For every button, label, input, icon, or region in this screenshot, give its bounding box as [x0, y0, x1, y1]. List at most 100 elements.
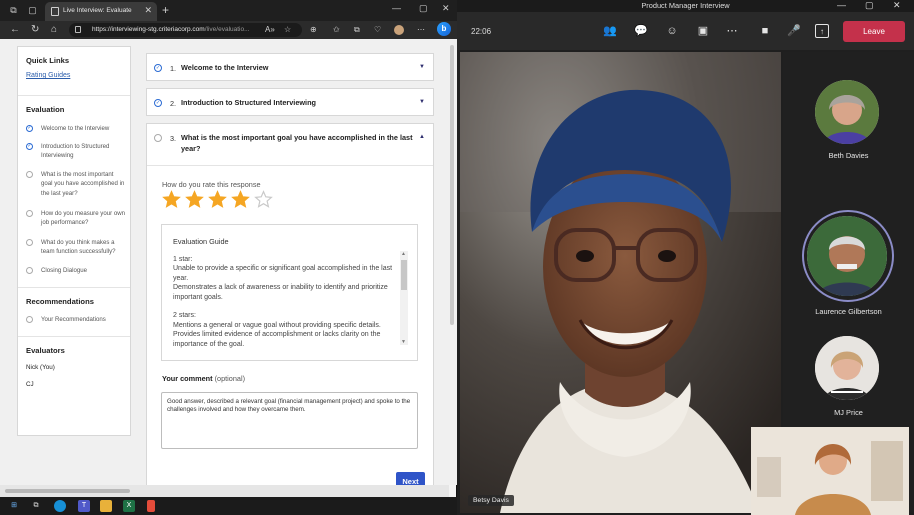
- pending-circle-icon: [26, 267, 33, 274]
- copilot-icon[interactable]: b: [437, 22, 451, 36]
- settings-more-icon[interactable]: ⋯: [417, 25, 425, 34]
- star-filled-icon[interactable]: [231, 190, 250, 209]
- rating-label: How do you rate this response: [162, 180, 261, 189]
- browser-tab[interactable]: Live Interview: Evaluate ✕: [45, 2, 157, 21]
- chat-icon[interactable]: 💬: [634, 24, 648, 38]
- browser-essentials-icon[interactable]: ♡: [374, 25, 381, 34]
- completed-check-icon: ✓: [154, 64, 162, 72]
- close-window-icon[interactable]: ✕: [442, 3, 450, 14]
- guide-scrollbar[interactable]: ▲ ▼: [400, 251, 408, 345]
- comment-label-text: Your comment: [162, 374, 213, 383]
- home-icon[interactable]: ⌂: [51, 24, 57, 35]
- tab-actions-icon[interactable]: ▢: [27, 5, 38, 16]
- browser-window: ⧉ ▢ Live Interview: Evaluate ✕ + — ▢ ✕ ←…: [0, 0, 457, 497]
- sidebar-item-label: How do you measure your own job performa…: [41, 210, 126, 227]
- scroll-down-icon[interactable]: ▼: [401, 339, 406, 345]
- question-title: What is the most important goal you have…: [181, 133, 413, 153]
- maximize-icon[interactable]: ▢: [419, 3, 428, 14]
- share-screen-icon[interactable]: ↑: [815, 24, 829, 38]
- tab-title: Live Interview: Evaluate: [63, 7, 132, 14]
- teams-icon[interactable]: T: [78, 500, 90, 512]
- reactions-icon[interactable]: ☺: [665, 24, 679, 38]
- more-options-icon[interactable]: ⋯: [725, 24, 739, 38]
- divider: [18, 287, 130, 288]
- page-scrollbar-vertical[interactable]: [448, 39, 456, 485]
- chevron-up-icon[interactable]: ▲: [419, 134, 425, 140]
- sidebar-item-label: Introduction to Structured Interviewing: [41, 143, 110, 160]
- question-number: 1.: [170, 64, 177, 73]
- speaker-portrait: [460, 52, 781, 513]
- chevron-down-icon[interactable]: ▼: [419, 64, 425, 70]
- question-accordion-2[interactable]: ✓ 2. Introduction to Structured Intervie…: [146, 88, 434, 116]
- camera-icon[interactable]: ■: [758, 24, 772, 38]
- start-icon[interactable]: ⊞: [8, 500, 20, 512]
- new-tab-button[interactable]: +: [162, 3, 169, 17]
- avatar: [807, 216, 887, 296]
- pending-circle-icon: [26, 316, 33, 323]
- divider: [18, 95, 130, 96]
- meeting-timer: 22:06: [471, 27, 492, 36]
- workspaces-icon[interactable]: ⧉: [8, 5, 19, 16]
- maximize-icon[interactable]: ▢: [865, 0, 874, 11]
- question-title: Welcome to the Interview: [181, 63, 269, 72]
- chevron-down-icon[interactable]: ▼: [419, 99, 425, 105]
- star-filled-icon[interactable]: [208, 190, 227, 209]
- excel-icon[interactable]: X: [123, 500, 135, 512]
- favorite-star-icon[interactable]: ☆: [284, 25, 291, 34]
- microphone-icon[interactable]: 🎤: [787, 24, 801, 38]
- people-icon[interactable]: 👥: [603, 24, 617, 38]
- address-bar-row: ← ↻ ⌂ https://interviewing-stg.criteriac…: [0, 21, 457, 39]
- sidebar-item-label: What do you think makes a team function …: [41, 239, 116, 256]
- sidebar-item-label: Closing Dialogue: [41, 267, 88, 274]
- extensions-icon[interactable]: ⊕: [310, 25, 317, 34]
- scroll-up-icon[interactable]: ▲: [401, 251, 406, 257]
- task-view-icon[interactable]: ⧉: [30, 500, 42, 512]
- self-view-video[interactable]: [751, 427, 909, 515]
- star-filled-icon[interactable]: [162, 190, 181, 209]
- file-explorer-icon[interactable]: [100, 500, 112, 512]
- page-scrollbar-horizontal[interactable]: [0, 485, 449, 497]
- sidebar-item-label: Welcome to the Interview: [41, 125, 110, 132]
- read-aloud-icon[interactable]: A»: [265, 25, 275, 34]
- page-icon: [51, 7, 59, 16]
- comment-textarea[interactable]: Good answer, described a relevant goal (…: [161, 392, 418, 449]
- back-icon[interactable]: ←: [10, 24, 20, 35]
- pending-circle-icon: [26, 210, 33, 217]
- close-window-icon[interactable]: ✕: [893, 0, 901, 11]
- refresh-icon[interactable]: ↻: [31, 24, 39, 35]
- view-icon[interactable]: ▣: [696, 24, 710, 38]
- minimize-icon[interactable]: —: [837, 0, 846, 10]
- close-tab-icon[interactable]: ✕: [144, 5, 152, 16]
- participant-name: Laurence Gilbertson: [815, 307, 882, 316]
- leave-button[interactable]: Leave: [843, 21, 905, 42]
- sidebar-item-label: What is the most important goal you have…: [41, 171, 125, 197]
- avatar: [815, 336, 879, 400]
- question-accordion-1[interactable]: ✓ 1. Welcome to the Interview ▼: [146, 53, 434, 81]
- sidebar-item-label: Your Recommendations: [41, 316, 106, 323]
- question-number: 2.: [170, 99, 177, 108]
- url-text: https://interviewing-stg.criteriacorp.co…: [92, 26, 250, 33]
- scroll-thumb[interactable]: [450, 45, 454, 325]
- edge-icon[interactable]: [54, 500, 66, 512]
- scroll-thumb[interactable]: [5, 489, 130, 493]
- star-empty-icon[interactable]: [254, 190, 273, 209]
- self-view-portrait: [751, 427, 909, 515]
- main-speaker-video: Betsy Davis: [460, 52, 781, 513]
- profile-avatar[interactable]: [394, 25, 404, 35]
- sidebar: Quick Links Rating Guides Evaluation ✓ W…: [17, 46, 131, 436]
- teams-title-bar: Product Manager Interview — ▢ ✕: [457, 0, 914, 12]
- page-content: Quick Links Rating Guides Evaluation ✓ W…: [0, 39, 457, 485]
- scroll-thumb[interactable]: [401, 260, 407, 290]
- figma-icon[interactable]: [147, 500, 155, 512]
- divider: [18, 336, 130, 337]
- minimize-icon[interactable]: —: [392, 3, 401, 13]
- collections-icon[interactable]: ⧉: [354, 25, 360, 35]
- favorites-icon[interactable]: ✩: [333, 25, 340, 34]
- screen: ⧉ ▢ Live Interview: Evaluate ✕ + — ▢ ✕ ←…: [0, 0, 914, 515]
- divider: [147, 165, 433, 166]
- avatar: [815, 80, 879, 144]
- star-filled-icon[interactable]: [185, 190, 204, 209]
- completed-check-icon: ✓: [154, 99, 162, 107]
- next-button[interactable]: Next: [396, 472, 425, 485]
- rating-guides-link[interactable]: Rating Guides: [26, 72, 70, 79]
